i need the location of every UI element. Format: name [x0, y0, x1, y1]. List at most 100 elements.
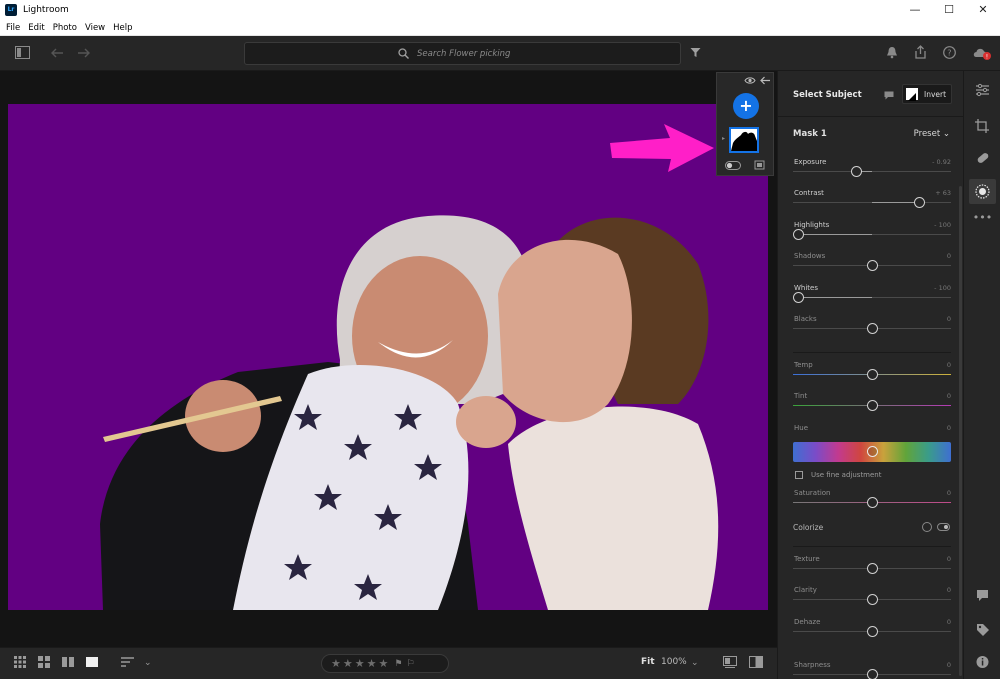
highlights-track[interactable]	[793, 234, 951, 235]
shadows-slider[interactable]: Shadows 0	[793, 252, 951, 276]
square-grid-view-icon[interactable]	[38, 656, 50, 668]
filter-icon[interactable]	[690, 47, 701, 58]
star-rating-3[interactable]: ★	[355, 657, 365, 670]
star-rating-2[interactable]: ★	[343, 657, 353, 670]
more-options-icon[interactable]: •••	[964, 211, 1000, 224]
fit-zoom-button[interactable]: Fit	[641, 657, 655, 667]
dehaze-value[interactable]: 0	[947, 618, 951, 626]
hue-gradient-slider[interactable]	[793, 442, 951, 462]
highlights-value[interactable]: - 100	[934, 221, 951, 229]
contrast-thumb[interactable]	[914, 197, 926, 208]
photo-with-mask-overlay[interactable]	[8, 104, 768, 610]
sharpness-thumb[interactable]	[867, 669, 878, 679]
tint-thumb[interactable]	[867, 400, 878, 411]
keyword-tag-icon[interactable]	[964, 623, 1000, 636]
share-icon[interactable]	[914, 45, 927, 59]
sharpness-value[interactable]: 0	[947, 661, 951, 669]
texture-thumb[interactable]	[867, 563, 878, 574]
mask-visibility-toggle-icon[interactable]	[725, 161, 741, 170]
menu-view[interactable]: View	[84, 23, 106, 33]
flag-pick-icon[interactable]: ⚑	[394, 659, 402, 669]
compare-view-icon[interactable]	[62, 656, 74, 668]
notification-bell-icon[interactable]	[886, 46, 898, 59]
clarity-value[interactable]: 0	[947, 586, 951, 594]
search-input[interactable]	[417, 48, 527, 59]
tint-slider[interactable]: Tint 0	[793, 392, 951, 416]
invert-button[interactable]: Invert	[902, 84, 952, 104]
colorize-swatch[interactable]	[922, 522, 932, 532]
blacks-value[interactable]: 0	[947, 315, 951, 323]
contrast-track[interactable]	[793, 202, 951, 203]
temp-slider[interactable]: Temp 0	[793, 361, 951, 385]
masking-icon[interactable]	[964, 183, 1000, 200]
comment-icon[interactable]	[884, 91, 894, 100]
help-icon[interactable]: ?	[943, 46, 956, 59]
menu-help[interactable]: Help	[112, 23, 133, 33]
mask-overlay-icon[interactable]	[754, 160, 766, 171]
clarity-slider[interactable]: Clarity 0	[793, 586, 951, 610]
eye-icon[interactable]	[744, 76, 756, 85]
menu-file[interactable]: File	[5, 23, 21, 33]
arrow-left-icon[interactable]	[760, 76, 771, 85]
star-rating-5[interactable]: ★	[379, 657, 389, 670]
healing-bandage-icon[interactable]	[964, 150, 1000, 166]
info-icon[interactable]	[964, 655, 1000, 669]
star-rating-4[interactable]: ★	[367, 657, 377, 670]
mask-thumbnail[interactable]	[729, 127, 759, 153]
highlights-slider[interactable]: Highlights - 100	[792, 221, 951, 245]
panel-scrollbar[interactable]	[959, 186, 962, 676]
sort-icon[interactable]	[121, 656, 135, 668]
star-rating-1[interactable]: ★	[331, 657, 341, 670]
exposure-track[interactable]	[793, 171, 951, 172]
edit-sliders-icon[interactable]	[964, 83, 1000, 97]
close-button[interactable]: ✕	[966, 0, 1000, 20]
exposure-value[interactable]: - 0.92	[932, 158, 951, 166]
contrast-slider[interactable]: Contrast + 63	[793, 189, 951, 213]
fine-adjustment-option[interactable]: Use fine adjustment	[795, 471, 882, 479]
grid-view-icon[interactable]	[14, 656, 26, 668]
tint-value[interactable]: 0	[947, 392, 951, 400]
fine-adjustment-checkbox[interactable]	[795, 471, 803, 479]
temp-thumb[interactable]	[867, 369, 878, 380]
blacks-thumb[interactable]	[867, 323, 878, 334]
temp-value[interactable]: 0	[947, 361, 951, 369]
saturation-thumb[interactable]	[867, 497, 878, 508]
sort-chevron-down-icon[interactable]: ⌄	[144, 656, 152, 670]
exposure-thumb[interactable]	[851, 166, 863, 177]
comments-icon[interactable]	[964, 589, 1000, 602]
dehaze-slider[interactable]: Dehaze 0	[793, 618, 951, 642]
detail-view-icon[interactable]	[86, 656, 98, 668]
before-after-icon[interactable]	[723, 656, 737, 668]
texture-value[interactable]: 0	[947, 555, 951, 563]
maximize-button[interactable]: ☐	[932, 0, 966, 20]
panel-toggle-icon[interactable]	[15, 46, 30, 59]
whites-track[interactable]	[793, 297, 951, 298]
redo-arrow-icon[interactable]	[77, 47, 91, 59]
undo-arrow-icon[interactable]	[50, 47, 64, 59]
texture-slider[interactable]: Texture 0	[793, 555, 951, 579]
whites-slider[interactable]: Whites - 100	[792, 284, 951, 308]
hue-value[interactable]: 0	[947, 424, 951, 432]
crop-icon[interactable]	[964, 118, 1000, 134]
dehaze-thumb[interactable]	[867, 626, 878, 637]
highlights-thumb[interactable]	[792, 229, 804, 240]
clarity-thumb[interactable]	[867, 594, 878, 605]
hue-slider-thumb[interactable]	[867, 446, 878, 457]
add-mask-button[interactable]: +	[733, 93, 759, 119]
flag-reject-icon[interactable]: ⚐	[406, 659, 414, 669]
whites-thumb[interactable]	[792, 292, 804, 303]
saturation-value[interactable]: 0	[947, 489, 951, 497]
whites-value[interactable]: - 100	[934, 284, 951, 292]
exposure-slider[interactable]: Exposure - 0.92	[793, 158, 951, 182]
menu-photo[interactable]: Photo	[52, 23, 78, 33]
blacks-slider[interactable]: Blacks 0	[793, 315, 951, 339]
minimize-button[interactable]: —	[898, 0, 932, 20]
saturation-slider[interactable]: Saturation 0	[793, 489, 951, 513]
shadows-thumb[interactable]	[867, 260, 878, 271]
split-view-icon[interactable]	[749, 656, 763, 668]
menu-edit[interactable]: Edit	[27, 23, 45, 33]
mask-name[interactable]: Mask 1	[793, 129, 827, 139]
zoom-chevron-down-icon[interactable]: ⌄	[691, 656, 699, 670]
search-box[interactable]	[244, 42, 681, 65]
cloud-sync-icon[interactable]: !	[972, 45, 992, 61]
